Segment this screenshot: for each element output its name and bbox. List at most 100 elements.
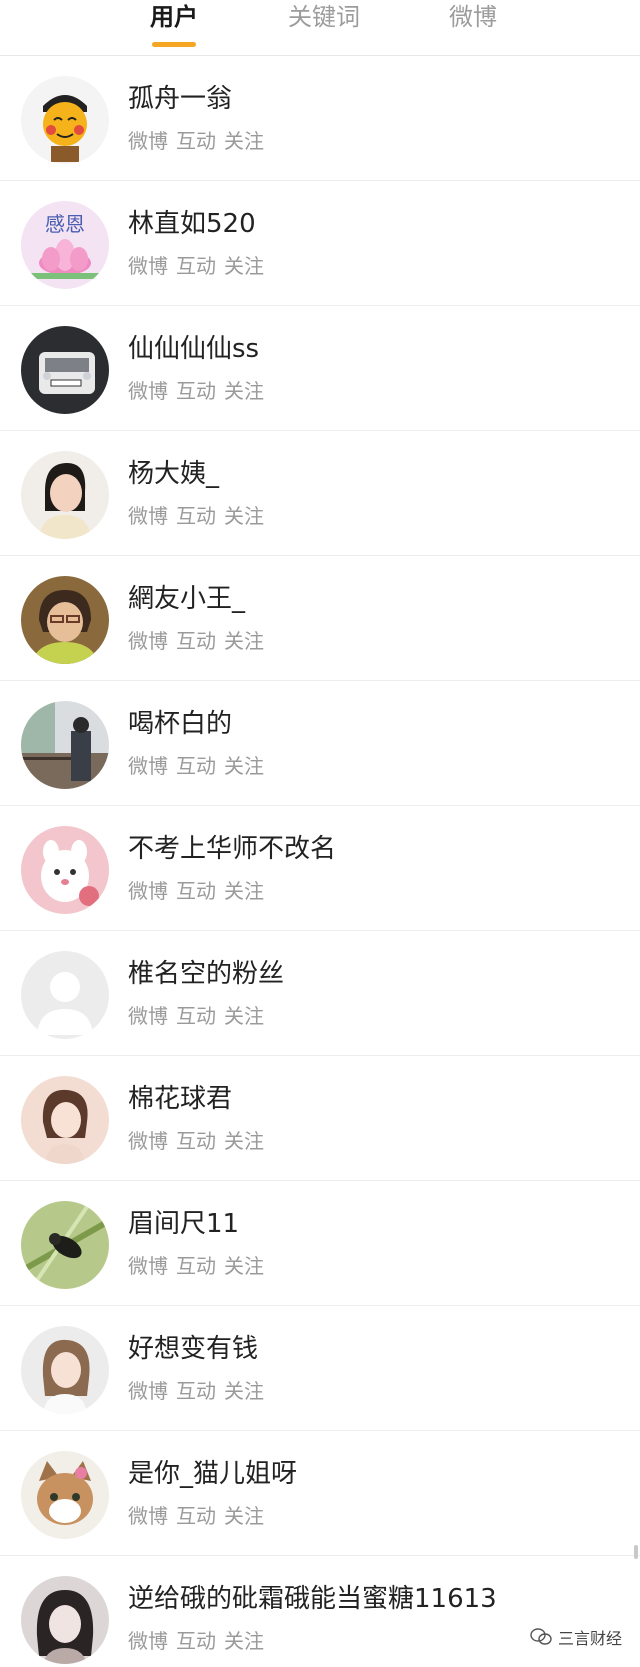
user-row[interactable]: 孤舟一翁 微博 互动 关注 — [0, 56, 640, 181]
user-name[interactable]: 杨大姨_ — [128, 457, 219, 491]
follow-link[interactable]: 关注 — [224, 1004, 264, 1028]
user-row[interactable]: 棉花球君 微博 互动 关注 — [0, 1056, 640, 1181]
user-actions: 微博 互动 关注 — [128, 128, 272, 154]
weibo-link[interactable]: 微博 — [128, 1254, 168, 1278]
tab-weibo[interactable]: 微博 — [418, 2, 528, 32]
weibo-link[interactable]: 微博 — [128, 754, 168, 778]
weibo-link[interactable]: 微博 — [128, 379, 168, 403]
user-actions: 微博 互动 关注 — [128, 378, 272, 404]
interaction-link[interactable]: 互动 — [176, 754, 216, 778]
user-actions: 微博 互动 关注 — [128, 1378, 272, 1404]
user-row[interactable]: 椎名空的粉丝 微博 互动 关注 — [0, 931, 640, 1056]
user-row[interactable]: 不考上华师不改名 微博 互动 关注 — [0, 806, 640, 931]
user-actions: 微博 互动 关注 — [128, 1253, 272, 1279]
wechat-icon — [530, 1628, 552, 1645]
user-actions: 微博 互动 关注 — [128, 753, 272, 779]
user-row[interactable]: 網友小王_ 微博 互动 关注 — [0, 556, 640, 681]
car-avatar[interactable] — [21, 326, 109, 414]
user-actions: 微博 互动 关注 — [128, 628, 272, 654]
tab-users[interactable]: 用户 — [119, 2, 229, 32]
user-actions: 微博 互动 关注 — [128, 1128, 272, 1154]
weibo-link[interactable]: 微博 — [128, 629, 168, 653]
follow-link[interactable]: 关注 — [224, 1629, 264, 1653]
interaction-link[interactable]: 互动 — [176, 879, 216, 903]
user-actions: 微博 互动 关注 — [128, 878, 272, 904]
user-name[interactable]: 喝杯白的 — [128, 707, 232, 741]
weibo-link[interactable]: 微博 — [128, 1129, 168, 1153]
user-row[interactable]: 喝杯白的 微博 互动 关注 — [0, 681, 640, 806]
blurry-girl-avatar[interactable] — [21, 1576, 109, 1664]
weibo-link[interactable]: 微博 — [128, 254, 168, 278]
follow-link[interactable]: 关注 — [224, 1254, 264, 1278]
follow-link[interactable]: 关注 — [224, 754, 264, 778]
user-actions: 微博 互动 关注 — [128, 1003, 272, 1029]
weibo-link[interactable]: 微博 — [128, 1379, 168, 1403]
user-row[interactable]: 眉间尺11 微博 互动 关注 — [0, 1181, 640, 1306]
active-tab-indicator — [152, 42, 196, 47]
interaction-link[interactable]: 互动 — [176, 379, 216, 403]
user-name[interactable]: 不考上华师不改名 — [128, 832, 336, 866]
user-name[interactable]: 眉间尺11 — [128, 1207, 239, 1241]
follow-link[interactable]: 关注 — [224, 1129, 264, 1153]
interaction-link[interactable]: 互动 — [176, 1129, 216, 1153]
balcony-photo-avatar[interactable] — [21, 701, 109, 789]
user-row[interactable]: 是你_猫儿姐呀 微博 互动 关注 — [0, 1431, 640, 1556]
interaction-link[interactable]: 互动 — [176, 1629, 216, 1653]
interaction-link[interactable]: 互动 — [176, 504, 216, 528]
interaction-link[interactable]: 互动 — [176, 129, 216, 153]
lotus-avatar[interactable]: 感恩 — [21, 201, 109, 289]
tab-keywords[interactable]: 关键词 — [269, 2, 379, 32]
follow-link[interactable]: 关注 — [224, 254, 264, 278]
follow-link[interactable]: 关注 — [224, 504, 264, 528]
watermark: 三言财经 — [530, 1625, 622, 1649]
user-name[interactable]: 是你_猫儿姐呀 — [128, 1457, 297, 1491]
weibo-link[interactable]: 微博 — [128, 1504, 168, 1528]
scrollbar-thumb[interactable] — [634, 1545, 638, 1559]
follow-link[interactable]: 关注 — [224, 1379, 264, 1403]
insect-avatar[interactable] — [21, 1201, 109, 1289]
user-name[interactable]: 網友小王_ — [128, 582, 245, 616]
interaction-link[interactable]: 互动 — [176, 254, 216, 278]
illustrated-girl-avatar[interactable] — [21, 1076, 109, 1164]
user-list: 孤舟一翁 微博 互动 关注 感恩 林直如520 微博 互动 关注 仙仙仙仙ss … — [0, 56, 640, 1667]
follow-link[interactable]: 关注 — [224, 129, 264, 153]
user-name[interactable]: 仙仙仙仙ss — [128, 332, 259, 366]
interaction-link[interactable]: 互动 — [176, 1379, 216, 1403]
follow-link[interactable]: 关注 — [224, 879, 264, 903]
interaction-link[interactable]: 互动 — [176, 629, 216, 653]
weibo-link[interactable]: 微博 — [128, 129, 168, 153]
user-name[interactable]: 林直如520 — [128, 207, 256, 241]
svg-text:感恩: 感恩 — [45, 212, 85, 236]
cartoon-face-avatar[interactable] — [21, 76, 109, 164]
user-row[interactable]: 好想变有钱 微博 互动 关注 — [0, 1306, 640, 1431]
girl-selfie-avatar[interactable] — [21, 1326, 109, 1414]
follow-link[interactable]: 关注 — [224, 629, 264, 653]
default-avatar[interactable] — [21, 951, 109, 1039]
user-actions: 微博 互动 关注 — [128, 1628, 272, 1654]
weibo-link[interactable]: 微博 — [128, 504, 168, 528]
user-name[interactable]: 椎名空的粉丝 — [128, 957, 284, 991]
user-name[interactable]: 棉花球君 — [128, 1082, 232, 1116]
weibo-link[interactable]: 微博 — [128, 1004, 168, 1028]
weibo-link[interactable]: 微博 — [128, 1629, 168, 1653]
interaction-link[interactable]: 互动 — [176, 1254, 216, 1278]
user-actions: 微博 互动 关注 — [128, 503, 272, 529]
tab-bar: 用户 关键词 微博 — [0, 0, 640, 56]
cat-avatar[interactable] — [21, 1451, 109, 1539]
user-name[interactable]: 孤舟一翁 — [128, 82, 232, 116]
user-name[interactable]: 好想变有钱 — [128, 1332, 258, 1366]
older-woman-avatar[interactable] — [21, 576, 109, 664]
weibo-link[interactable]: 微博 — [128, 879, 168, 903]
user-name[interactable]: 逆给硪的砒霜硪能当蜜糖11613 — [128, 1582, 497, 1616]
user-row[interactable]: 杨大姨_ 微博 互动 关注 — [0, 431, 640, 556]
user-row[interactable]: 仙仙仙仙ss 微博 互动 关注 — [0, 306, 640, 431]
follow-link[interactable]: 关注 — [224, 1504, 264, 1528]
interaction-link[interactable]: 互动 — [176, 1004, 216, 1028]
follow-link[interactable]: 关注 — [224, 379, 264, 403]
user-row[interactable]: 感恩 林直如520 微博 互动 关注 — [0, 181, 640, 306]
plush-toy-avatar[interactable] — [21, 826, 109, 914]
user-row[interactable]: 逆给硪的砒霜硪能当蜜糖11613 微博 互动 关注 — [0, 1556, 640, 1667]
woman-portrait-avatar[interactable] — [21, 451, 109, 539]
user-actions: 微博 互动 关注 — [128, 1503, 272, 1529]
interaction-link[interactable]: 互动 — [176, 1504, 216, 1528]
